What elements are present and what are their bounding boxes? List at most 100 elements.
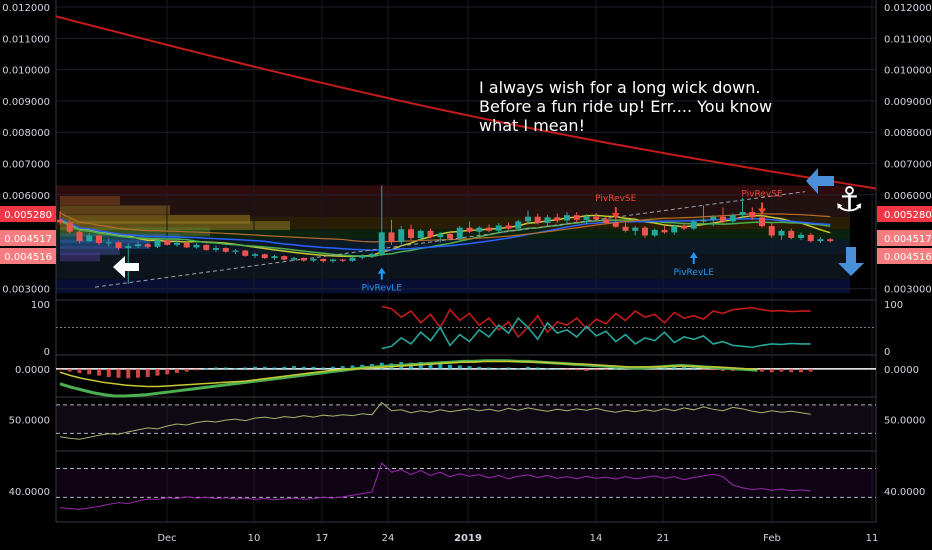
candle-body	[554, 217, 561, 221]
candle-body	[495, 225, 502, 231]
momentum-bar	[808, 368, 813, 372]
candle-body	[749, 212, 756, 218]
price-tick-left: 0.011000	[2, 34, 50, 45]
momentum-bar	[340, 366, 345, 369]
price-tick-right: 0.009000	[884, 97, 932, 108]
candle-body	[105, 242, 112, 244]
momentum-tick-right: 0.0000	[884, 365, 919, 376]
candle-body	[564, 215, 570, 221]
time-tick-label: Dec	[157, 533, 176, 544]
candle-body	[720, 216, 726, 222]
time-tick-label: 10	[248, 533, 261, 544]
price-tick-right: 0.010000	[884, 66, 932, 77]
candle-body	[154, 240, 161, 247]
zone-band-red	[56, 185, 850, 198]
volume-profile-bar	[60, 252, 100, 262]
momentum-bar	[126, 368, 131, 379]
candle-body	[300, 258, 307, 261]
momentum-bar	[311, 366, 316, 369]
momentum-bar	[243, 367, 248, 369]
candle-body	[388, 232, 395, 242]
candle-body	[593, 216, 600, 220]
candle-body	[622, 226, 629, 231]
candle-body	[310, 258, 317, 261]
candle-body	[778, 230, 785, 236]
signal-label: PivRevLE	[674, 268, 715, 278]
candle-body	[291, 258, 297, 260]
price-tag-label: 0.004516	[4, 252, 52, 263]
momentum-bar	[145, 368, 150, 377]
momentum-bar	[223, 367, 228, 369]
candle-body	[690, 221, 697, 229]
momentum-bar	[711, 368, 716, 371]
momentum-bar	[253, 366, 257, 369]
momentum-bar	[233, 368, 238, 370]
price-tick-right: 0.008000	[884, 128, 932, 139]
candle-body	[437, 233, 444, 238]
osc-tick-right: 0	[884, 347, 890, 358]
candle-body	[671, 226, 678, 233]
candle-body	[96, 235, 102, 244]
price-tick-left: 0.003000	[2, 285, 50, 296]
price-tick-right: 0.011000	[884, 34, 932, 45]
time-tick-label: 11	[866, 533, 879, 544]
time-tick-label: Feb	[763, 533, 781, 544]
momentum-bar	[467, 366, 472, 369]
momentum-bar	[165, 368, 170, 375]
candle-body	[827, 239, 834, 242]
candle-body	[66, 222, 73, 232]
momentum-bar	[760, 368, 764, 372]
candle-body	[612, 222, 619, 227]
candle-body	[271, 256, 278, 259]
annotation-line-2: Before a fun ride up! Err.... You know	[479, 97, 773, 116]
price-tag-label: 0.004517	[4, 234, 52, 245]
momentum-bar	[87, 368, 92, 375]
candle-body	[632, 227, 639, 231]
candle-body	[642, 227, 648, 236]
candle-body	[164, 240, 171, 245]
candle-body	[203, 244, 210, 250]
momentum-bar	[448, 364, 452, 369]
candle-body	[261, 254, 268, 259]
anchor-icon: ⚓	[834, 180, 865, 220]
momentum-bar	[97, 368, 101, 376]
momentum-bar	[194, 368, 199, 371]
candle-body	[505, 225, 512, 229]
candle-body	[57, 219, 63, 223]
price-tick-right: 0.007000	[884, 160, 932, 171]
price-tick-left: 0.010000	[2, 66, 50, 77]
candle-body	[661, 229, 668, 233]
time-tick-label: 2019	[454, 533, 482, 544]
candle-body	[349, 257, 356, 261]
candle-body	[417, 230, 424, 238]
candle-body	[534, 216, 541, 223]
momentum-bar	[789, 368, 794, 373]
zone-band-navy	[56, 279, 850, 294]
momentum-bar	[545, 368, 550, 370]
zone-band-red-dark	[56, 197, 850, 217]
price-tick-left: 0.008000	[2, 128, 50, 139]
momentum-tick-left: 0.0000	[15, 365, 50, 376]
signal-label: PivRevLE	[362, 284, 403, 294]
rsi-pane-1	[56, 401, 876, 440]
rsi-tick-left: 50.0000	[9, 416, 50, 427]
osc-tick-left: 100	[31, 300, 50, 311]
momentum-bar	[594, 368, 599, 371]
candle-body	[486, 227, 492, 231]
rsi-tick-right: 40.0000	[884, 487, 925, 498]
momentum-bar	[155, 368, 160, 376]
candle-body	[320, 258, 327, 262]
candle-body	[603, 219, 609, 223]
annotation-line-1: I always wish for a long wick down.	[479, 78, 761, 97]
oscillator-pane	[56, 305, 876, 350]
rsi-pane-2	[56, 462, 876, 510]
price-tick-left: 0.007000	[2, 160, 50, 171]
candle-body	[86, 235, 93, 242]
candle-body	[174, 243, 180, 245]
price-tick-right: 0.003000	[884, 285, 932, 296]
candle-body	[788, 230, 795, 238]
candle-body	[768, 226, 775, 236]
candle-body	[76, 231, 83, 242]
candle-body	[339, 259, 346, 261]
candle-body	[739, 212, 746, 216]
